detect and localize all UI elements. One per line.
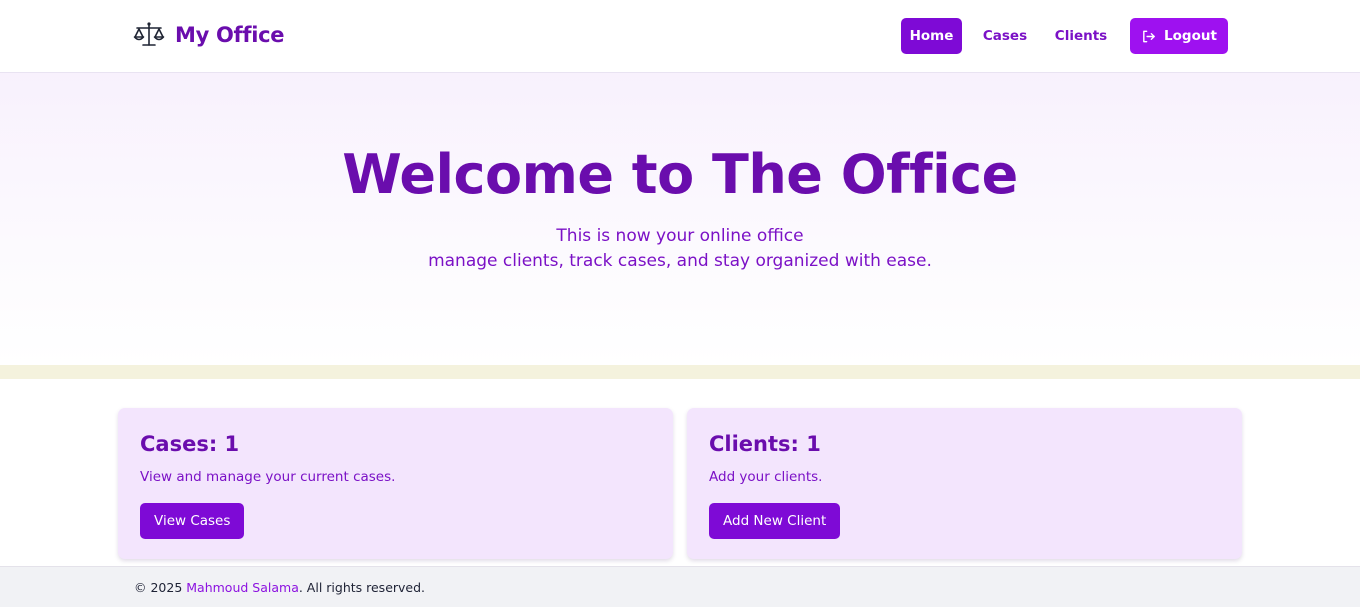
add-new-client-button[interactable]: Add New Client [709, 503, 841, 539]
brand-logo-link[interactable]: My Office [133, 21, 285, 49]
view-cases-button[interactable]: View Cases [140, 503, 245, 539]
logout-button[interactable]: Logout [1130, 18, 1228, 54]
clients-card: Clients: 1 Add your clients. Add New Cli… [687, 408, 1242, 559]
footer: © 2025 Mahmoud Salama. All rights reserv… [0, 566, 1360, 607]
nav-cases-link[interactable]: Cases [962, 18, 1048, 54]
clients-card-title: Clients: 1 [709, 432, 821, 456]
main-nav: Home Cases Clients Logout [901, 18, 1228, 54]
hero-subtitle-line-2: manage clients, track cases, and stay or… [428, 251, 932, 271]
navbar: My Office Home Cases Clients Logout [0, 0, 1360, 73]
author-link[interactable]: Mahmoud Salama [186, 580, 299, 595]
brand-name: My Office [175, 23, 285, 47]
hero-title: Welcome to The Office [342, 143, 1018, 206]
section-divider [0, 365, 1360, 379]
hero-subtitle-line-1: This is now your online office [556, 226, 804, 246]
copyright-suffix: . All rights reserved. [298, 580, 426, 595]
cases-card-title: Cases: 1 [140, 432, 240, 456]
hero-section: Welcome to The Office This is now your o… [0, 73, 1360, 365]
cases-card-description: View and manage your current cases. [140, 469, 396, 485]
hero-subtitle: This is now your online office manage cl… [0, 224, 1360, 274]
logout-icon [1143, 30, 1155, 42]
clients-card-description: Add your clients. [709, 469, 823, 485]
nav-clients-link[interactable]: Clients [1048, 18, 1114, 54]
cases-card: Cases: 1 View and manage your current ca… [118, 408, 673, 559]
copyright-prefix: © 2025 [134, 580, 187, 595]
nav-home-link[interactable]: Home [901, 18, 962, 54]
logout-label: Logout [1164, 28, 1217, 44]
scales-icon [133, 22, 165, 46]
copyright-text: © 2025 Mahmoud Salama. All rights reserv… [134, 580, 425, 595]
